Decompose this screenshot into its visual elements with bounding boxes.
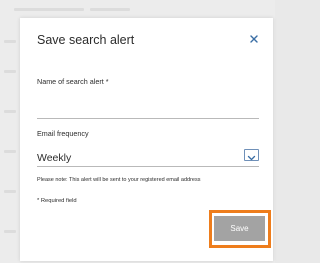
chevron-down-icon[interactable] bbox=[244, 149, 259, 161]
close-button[interactable] bbox=[247, 32, 261, 46]
backdrop-text-line bbox=[4, 70, 16, 73]
backdrop-text-line bbox=[4, 150, 16, 153]
backdrop-text-line bbox=[4, 230, 16, 233]
required-field-note: * Required field bbox=[37, 198, 77, 204]
save-button[interactable]: Save bbox=[214, 216, 265, 241]
backdrop-text-line bbox=[4, 110, 16, 113]
alert-delivery-note: Please note: This alert will be sent to … bbox=[37, 177, 201, 183]
email-frequency-value: Weekly bbox=[37, 152, 72, 164]
email-frequency-select[interactable]: Weekly bbox=[37, 149, 259, 167]
frequency-field-label: Email frequency bbox=[37, 129, 89, 138]
backdrop-text-line bbox=[14, 8, 84, 11]
name-field-label: Name of search alert * bbox=[37, 77, 109, 86]
backdrop-text-line bbox=[4, 190, 16, 193]
search-alert-name-input[interactable] bbox=[37, 102, 259, 119]
close-icon bbox=[250, 35, 258, 43]
backdrop-text-line bbox=[4, 40, 16, 43]
dialog-title: Save search alert bbox=[37, 33, 135, 47]
backdrop-text-line bbox=[90, 8, 130, 11]
